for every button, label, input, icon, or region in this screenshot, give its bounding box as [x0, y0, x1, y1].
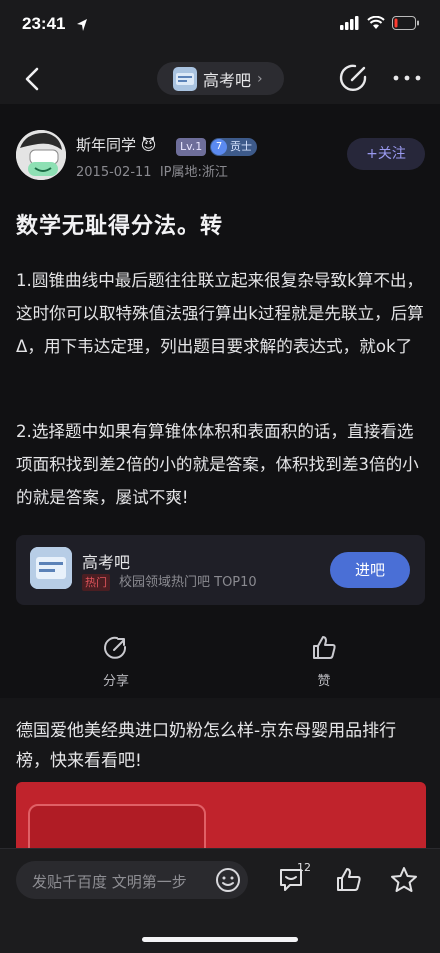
forum-logo-icon	[30, 547, 72, 589]
emoji-icon[interactable]	[215, 867, 241, 893]
share-label: 分享	[102, 674, 129, 689]
wifi-icon	[367, 16, 385, 29]
rank-level: 7	[211, 139, 227, 155]
comment-count: 12	[297, 861, 311, 874]
ad-text[interactable]: 德国爱他美经典进口奶粉怎么样-京东母婴用品排行榜，快来看看吧!	[16, 716, 426, 776]
post-paragraph: 1.圆锥曲线中最后题往往联立起来很复杂导致k算不出，这时你可以取特殊值法强行算出…	[16, 271, 424, 356]
devil-emoji-icon: 😈	[140, 136, 157, 154]
battery-icon	[392, 16, 419, 30]
level-badge: Lv.1	[176, 138, 207, 156]
ad-image-panel	[28, 804, 206, 848]
status-icons	[340, 16, 420, 30]
hot-tag: 热门	[82, 574, 110, 591]
status-time: 23:41	[22, 14, 66, 33]
ad-section[interactable]: 德国爱他美经典进口奶粉怎么样-京东母婴用品排行榜，快来看看吧!	[0, 698, 440, 848]
nav-bar: 高考吧 ›	[0, 52, 440, 104]
share-icon	[104, 636, 127, 659]
chevron-right-icon: ›	[257, 70, 263, 87]
edit-icon[interactable]	[338, 62, 370, 94]
like-button[interactable]: 赞	[296, 634, 352, 689]
post-meta: 2015-02-11 IP属地:浙江	[76, 165, 228, 180]
forum-card-desc: 校园领域热门吧 TOP10	[119, 575, 257, 590]
like-label: 赞	[317, 674, 331, 689]
post-title: 数学无耻得分法。转	[16, 214, 224, 239]
ad-image[interactable]	[16, 782, 426, 848]
reply-placeholder: 发贴千百度 文明第一步	[32, 873, 187, 891]
thumb-up-icon	[313, 636, 336, 659]
enter-forum-button[interactable]: 进吧	[330, 552, 410, 588]
home-indicator	[142, 937, 298, 942]
back-icon[interactable]	[18, 64, 48, 94]
bottom-bar: 发贴千百度 文明第一步 12	[0, 848, 440, 953]
forum-pill[interactable]: 高考吧 ›	[157, 62, 284, 95]
share-button[interactable]: 分享	[88, 634, 144, 689]
thumb-up-icon[interactable]	[334, 865, 364, 895]
post-card: 斯年同学 😈 Lv.1 7 贡士 2015-02-11 IP属地:浙江 +关注 …	[0, 104, 440, 698]
follow-button[interactable]: +关注	[347, 138, 425, 170]
rank-label: 贡士	[230, 140, 252, 153]
status-bar: 23:41	[0, 0, 440, 52]
signal-icon	[340, 16, 359, 30]
reply-input[interactable]: 发贴千百度 文明第一步	[16, 861, 248, 899]
forum-card[interactable]: 高考吧 热门 校园领域热门吧 TOP10 进吧	[16, 535, 425, 605]
forum-pill-name: 高考吧	[203, 70, 252, 90]
more-icon[interactable]	[392, 68, 422, 88]
location-arrow-icon	[77, 19, 87, 31]
avatar[interactable]	[16, 130, 66, 180]
author-name[interactable]: 斯年同学 😈	[76, 134, 156, 155]
rank-badge: 7 贡士	[210, 138, 257, 156]
forum-logo-icon	[173, 66, 197, 91]
post-paragraph: 2.选择题中如果有算锥体体积和表面积的话，直接看选项面积找到差2倍的小的就是答案…	[16, 422, 419, 507]
star-icon[interactable]	[389, 865, 419, 895]
forum-card-name: 高考吧	[82, 553, 131, 572]
